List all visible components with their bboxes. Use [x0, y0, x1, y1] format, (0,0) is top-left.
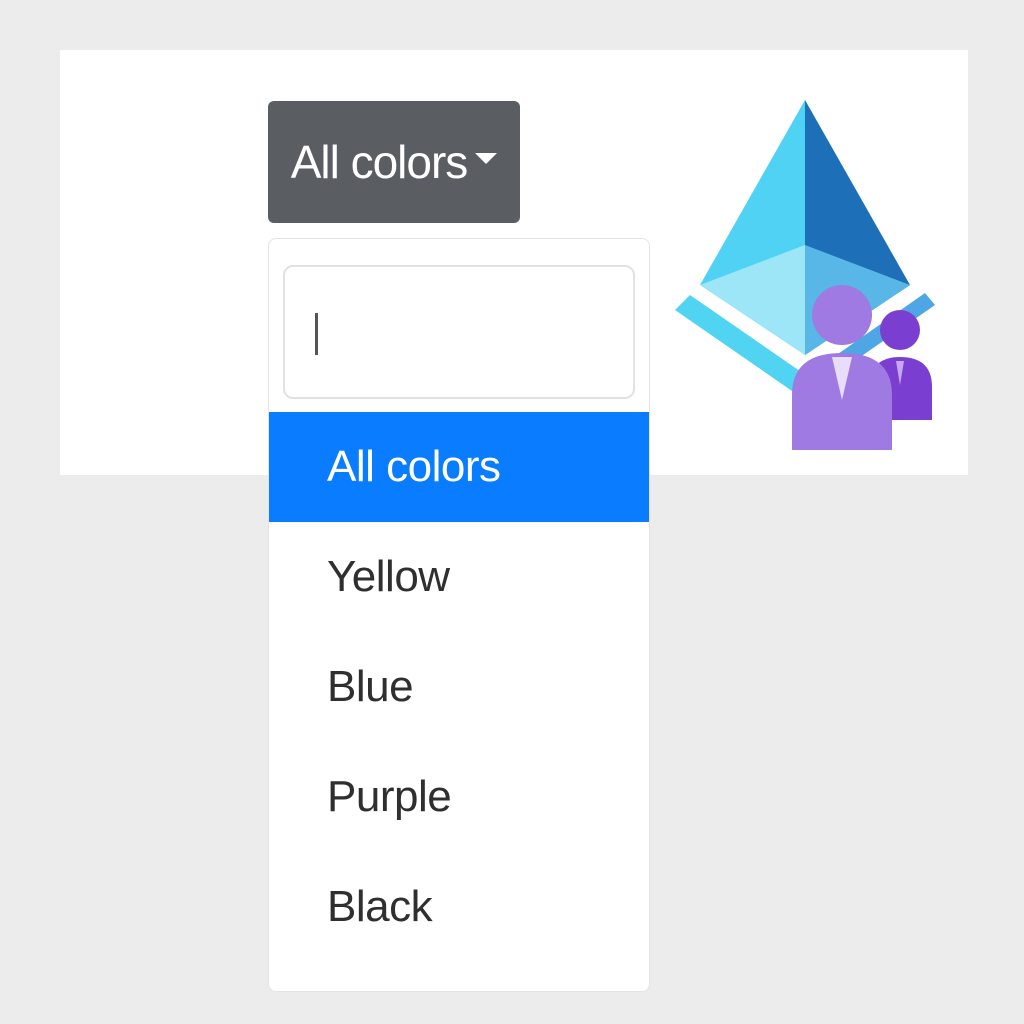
option-label: Yellow — [327, 552, 450, 601]
color-filter-dropdown-button[interactable]: All colors — [268, 101, 520, 223]
search-field-wrapper — [283, 265, 635, 399]
option-purple[interactable]: Purple — [269, 742, 649, 852]
option-label: Purple — [327, 772, 452, 821]
page: All colors All colors Yellow Blue Purple… — [0, 0, 1024, 1024]
dropdown-menu: All colors Yellow Blue Purple Black — [268, 238, 650, 992]
option-label: All colors — [327, 442, 501, 491]
option-label: Blue — [327, 662, 414, 711]
option-black[interactable]: Black — [269, 852, 649, 962]
search-input[interactable] — [283, 265, 635, 399]
option-all-colors[interactable]: All colors — [269, 412, 649, 522]
text-cursor — [315, 313, 318, 355]
option-yellow[interactable]: Yellow — [269, 522, 649, 632]
option-blue[interactable]: Blue — [269, 632, 649, 742]
option-label: Black — [327, 882, 433, 931]
azure-ad-identity-icon — [675, 100, 935, 450]
dropdown-button-label: All colors — [290, 136, 469, 188]
caret-down-icon — [475, 152, 498, 164]
